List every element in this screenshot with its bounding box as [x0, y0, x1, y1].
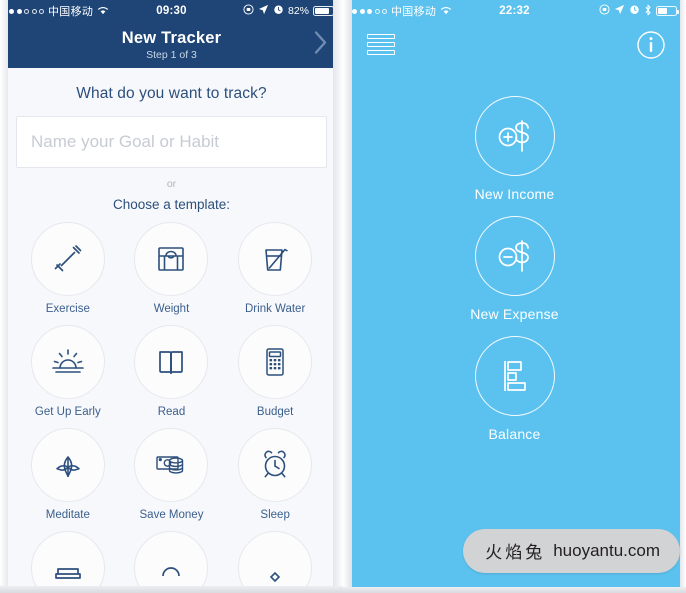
- page-title: New Tracker: [121, 28, 222, 47]
- left-status-left: 中国移动: [9, 3, 109, 19]
- alarm-clock-icon: [629, 4, 640, 18]
- choose-template-label: Choose a template:: [112, 197, 231, 212]
- right-status-right: [599, 4, 679, 19]
- alarm-clock-icon: [238, 428, 313, 502]
- template-tile-meditate[interactable]: Meditate: [16, 428, 120, 521]
- template-grid: Exercise Weight Drink Water Get Up Early…: [16, 222, 327, 593]
- action-new-expense[interactable]: New Expense: [470, 216, 559, 322]
- template-label: Exercise: [45, 303, 90, 315]
- carrier-label: 中国移动: [48, 6, 94, 18]
- action-label: Balance: [488, 426, 541, 442]
- left-phone-bezel-left: [0, 0, 8, 593]
- signal-strength-icon: [352, 8, 387, 14]
- location-arrow-icon: [258, 4, 269, 18]
- template-tile-exercise[interactable]: Exercise: [16, 222, 120, 315]
- template-tile-weight[interactable]: Weight: [120, 222, 224, 315]
- right-status-bar: 中国移动 22:32: [343, 0, 686, 22]
- template-label: Meditate: [45, 509, 90, 521]
- action-label: New Income: [474, 186, 555, 202]
- template-label: Drink Water: [245, 303, 306, 315]
- left-phone-screen: 中国移动 09:30 82% New Tracker Step 1 of 3 W…: [0, 0, 343, 593]
- template-tile-partial-3[interactable]: [223, 531, 327, 593]
- dumbbell-icon: [30, 222, 105, 296]
- left-status-bar: 中国移动 09:30 82%: [0, 0, 343, 22]
- watermark-cn-text: 火焰兔: [485, 543, 546, 563]
- scale-icon: [134, 222, 209, 296]
- battery-icon: [313, 6, 336, 16]
- right-phone-bezel-right: [680, 0, 686, 593]
- signal-strength-icon: [9, 8, 44, 14]
- hamburger-menu-icon[interactable]: [367, 34, 395, 58]
- open-book-icon: [134, 325, 209, 399]
- template-label: Get Up Early: [34, 406, 101, 418]
- template-label: Weight: [153, 303, 190, 315]
- template-tile-drink-water[interactable]: Drink Water: [223, 222, 327, 315]
- watermark-site: huoyantu.com: [553, 540, 660, 560]
- left-top-bar: 中国移动 09:30 82% New Tracker Step 1 of 3: [0, 0, 343, 68]
- leaf-icon: [30, 428, 105, 502]
- balance-bars-icon: [474, 336, 555, 416]
- info-circle-icon[interactable]: [636, 30, 666, 65]
- action-list: New Income New Expense Balance: [343, 68, 686, 456]
- chevron-right-icon[interactable]: [313, 30, 329, 61]
- template-tile-budget[interactable]: Budget: [223, 325, 327, 418]
- action-label: New Expense: [470, 306, 559, 322]
- template-tile-read[interactable]: Read: [120, 325, 224, 418]
- template-label: Budget: [256, 406, 294, 418]
- left-status-right: 82%: [243, 4, 336, 18]
- carrier-label: 中国移动: [391, 6, 437, 18]
- battery-percent-label: 82%: [287, 5, 309, 17]
- or-divider-label: or: [166, 178, 177, 190]
- template-label: Read: [157, 406, 186, 418]
- water-glass-icon: [238, 222, 313, 296]
- right-phone-screen: 中国移动 22:32 New Income New Expense Balanc…: [343, 0, 686, 593]
- template-label: Save Money: [139, 509, 204, 521]
- location-arrow-icon: [614, 4, 625, 18]
- bed-icon: [30, 531, 105, 593]
- left-phone-bezel-right: [333, 0, 343, 593]
- template-label: Sleep: [260, 509, 290, 521]
- template-tile-partial-1[interactable]: [16, 531, 120, 593]
- right-phone-bezel-bottom: [343, 587, 686, 593]
- bluetooth-icon: [644, 4, 652, 19]
- right-top-bar: 中国移动 22:32: [343, 0, 686, 68]
- left-content: What do you want to track? or Choose a t…: [0, 68, 343, 593]
- goal-name-input[interactable]: [16, 116, 327, 168]
- right-phone-bezel-left: [343, 0, 352, 593]
- template-tile-get-up-early[interactable]: Get Up Early: [16, 325, 120, 418]
- battery-icon: [656, 6, 679, 16]
- template-tile-sleep[interactable]: Sleep: [223, 428, 327, 521]
- alarm-clock-icon: [273, 4, 284, 18]
- plus-dollar-icon: [474, 96, 555, 176]
- question-label: What do you want to track?: [76, 85, 267, 102]
- right-status-left: 中国移动: [352, 3, 452, 19]
- template-tile-partial-2[interactable]: [120, 531, 224, 593]
- action-balance[interactable]: Balance: [474, 336, 555, 442]
- left-phone-bezel-bottom: [0, 586, 343, 593]
- smile-icon: [134, 531, 209, 593]
- rotation-lock-icon: [599, 4, 610, 18]
- screenshot-root: 中国移动 09:30 82% New Tracker Step 1 of 3 W…: [0, 0, 686, 593]
- watermark: 火焰兔 huoyantu.com: [463, 529, 680, 573]
- wifi-icon: [97, 5, 109, 18]
- money-coins-icon: [134, 428, 209, 502]
- template-tile-save-money[interactable]: Save Money: [120, 428, 224, 521]
- diamond-icon: [238, 531, 313, 593]
- left-nav-bar: New Tracker Step 1 of 3: [0, 22, 343, 68]
- right-nav-bar: [343, 22, 686, 68]
- sunrise-icon: [30, 325, 105, 399]
- wifi-icon: [440, 5, 452, 18]
- calculator-icon: [238, 325, 313, 399]
- action-new-income[interactable]: New Income: [474, 96, 555, 202]
- rotation-lock-icon: [243, 4, 254, 18]
- step-indicator: Step 1 of 3: [146, 48, 197, 61]
- minus-dollar-icon: [474, 216, 555, 296]
